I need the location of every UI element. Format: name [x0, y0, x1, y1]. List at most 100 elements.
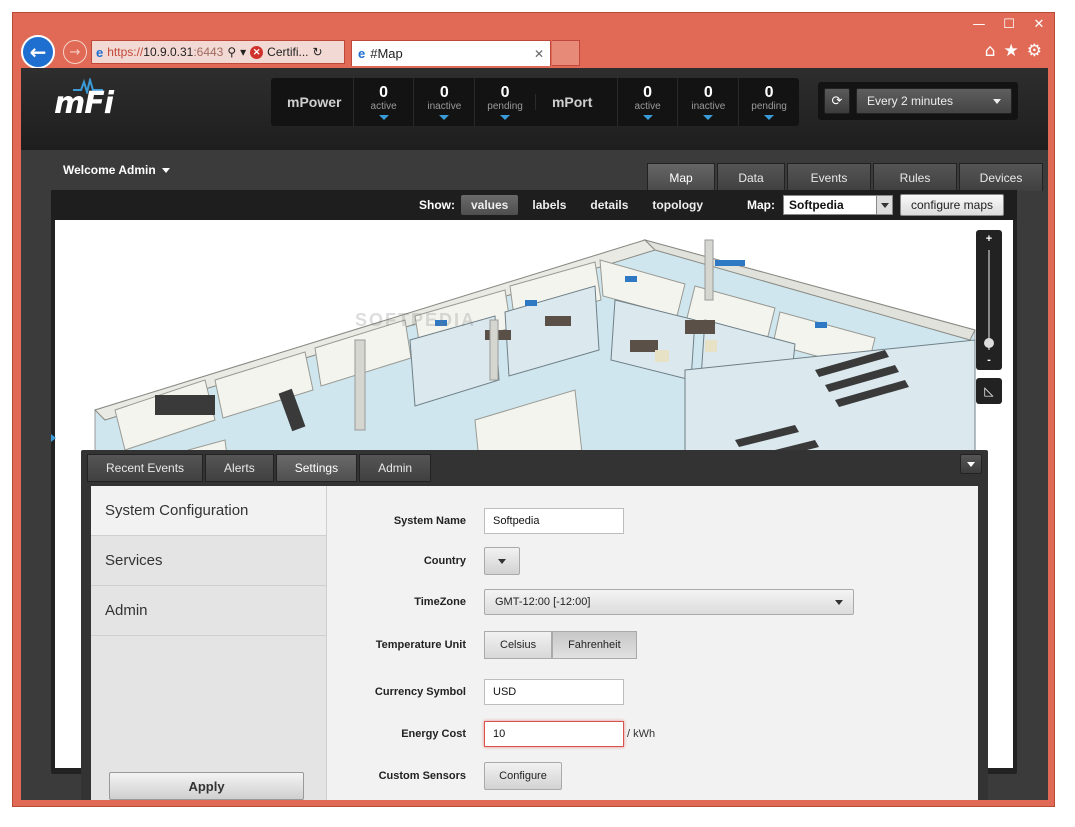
- show-label: Show:: [419, 198, 455, 212]
- energy-cost-row: Energy Cost 10 / kWh: [328, 719, 978, 749]
- refresh-icon[interactable]: ⟳: [824, 88, 850, 114]
- welcome-user-menu[interactable]: Welcome Admin: [63, 163, 170, 177]
- zoom-slider[interactable]: + -: [976, 230, 1002, 370]
- side-expand-handle[interactable]: [51, 418, 59, 458]
- chevron-right-icon: [51, 434, 56, 442]
- settings-gear-icon[interactable]: ⚙: [1027, 41, 1042, 61]
- side-item-admin[interactable]: Admin: [91, 586, 326, 636]
- tab-admin[interactable]: Admin: [359, 454, 432, 482]
- chevron-down-icon: [161, 167, 170, 173]
- map-label: Map:: [747, 198, 775, 212]
- celsius-option[interactable]: Celsius: [484, 631, 553, 659]
- dropdown-icon[interactable]: ▾: [240, 45, 246, 59]
- address-bar[interactable]: e https://10.9.0.31:6443 ⚲ ▾ ✕ Certifi..…: [91, 40, 345, 64]
- tab-map[interactable]: Map: [647, 163, 715, 191]
- mfi-logo: mFi: [54, 86, 114, 121]
- chevron-down-icon: [500, 114, 511, 120]
- close-icon[interactable]: ✕: [1024, 13, 1054, 35]
- certificate-error-icon[interactable]: ✕: [250, 45, 264, 59]
- tab-recent-events[interactable]: Recent Events: [87, 454, 204, 482]
- tab-close-icon[interactable]: ✕: [534, 47, 544, 61]
- url-text: https://10.9.0.31:6443: [107, 45, 224, 59]
- energy-cost-unit: / kWh: [627, 728, 656, 740]
- apply-button[interactable]: Apply: [109, 772, 304, 800]
- page-viewport: mFi mPower 0 active 0 inactive 0 pending: [21, 68, 1048, 800]
- show-options: values labels details topology: [461, 195, 713, 215]
- zoom-track[interactable]: [988, 250, 990, 350]
- system-name-row: System Name Softpedia: [328, 506, 978, 536]
- reload-icon[interactable]: ↻: [313, 45, 323, 59]
- search-icon[interactable]: ⚲: [227, 45, 236, 59]
- configure-maps-button[interactable]: configure maps: [900, 194, 1004, 216]
- mport-pending-stat[interactable]: 0 pending: [738, 78, 799, 126]
- welcome-text: Welcome Admin: [63, 163, 156, 177]
- mpower-active-stat[interactable]: 0 active: [352, 78, 414, 126]
- mpower-pending-stat[interactable]: 0 pending: [474, 78, 535, 126]
- settings-side-menu: System Configuration Services Admin Appl…: [91, 486, 327, 800]
- back-button[interactable]: ←: [21, 35, 55, 69]
- system-config-form: System Name Softpedia Country TimeZone G…: [328, 486, 978, 800]
- favorites-icon[interactable]: ★: [1004, 41, 1019, 61]
- zoom-handle[interactable]: [984, 338, 994, 348]
- zoom-in-icon[interactable]: +: [976, 233, 1002, 245]
- maximize-icon[interactable]: ☐: [994, 13, 1024, 35]
- tab-alerts[interactable]: Alerts: [205, 454, 274, 482]
- mpower-inactive-stat[interactable]: 0 inactive: [413, 78, 474, 126]
- currency-input[interactable]: USD: [484, 679, 624, 705]
- currency-label: Currency Symbol: [374, 686, 466, 698]
- custom-sensors-row: Custom Sensors Configure: [328, 761, 978, 791]
- temperature-unit-toggle: Celsius Fahrenheit: [484, 631, 637, 659]
- chevron-down-icon: [498, 558, 506, 564]
- chevron-down-icon: [378, 114, 389, 120]
- side-item-system-configuration[interactable]: System Configuration: [91, 486, 326, 536]
- energy-cost-input[interactable]: 10: [484, 721, 624, 747]
- tab-rules[interactable]: Rules: [873, 163, 957, 191]
- timezone-select[interactable]: GMT-12:00 [-12:00]: [484, 589, 854, 615]
- show-topology-toggle[interactable]: topology: [642, 195, 713, 215]
- tab-devices[interactable]: Devices: [959, 163, 1043, 191]
- temperature-unit-label: Temperature Unit: [375, 639, 466, 651]
- system-name-input[interactable]: Softpedia: [484, 508, 624, 534]
- window-controls: — ☐ ✕: [964, 13, 1054, 35]
- country-label: Country: [423, 555, 466, 567]
- timezone-value: GMT-12:00 [-12:00]: [495, 596, 591, 608]
- map-select[interactable]: Softpedia: [783, 195, 893, 215]
- ie-tab-icon: e: [358, 46, 366, 61]
- tab-events[interactable]: Events: [787, 163, 871, 191]
- home-icon[interactable]: ⌂: [985, 41, 996, 61]
- minimize-icon[interactable]: —: [964, 13, 994, 35]
- ie-icon: e: [96, 44, 104, 60]
- device-stats-bar: mPower 0 active 0 inactive 0 pending mPo…: [271, 78, 799, 126]
- system-name-label: System Name: [393, 515, 466, 527]
- mport-inactive-stat[interactable]: 0 inactive: [677, 78, 738, 126]
- watermark: SOFTPEDIA: [355, 310, 477, 330]
- chevron-down-icon: [764, 114, 775, 120]
- map-selected-value: Softpedia: [789, 198, 844, 212]
- browser-window: — ☐ ✕ ← → e https://10.9.0.31:6443 ⚲ ▾ ✕…: [12, 12, 1055, 807]
- side-item-services[interactable]: Services: [91, 536, 326, 586]
- show-details-toggle[interactable]: details: [580, 195, 638, 215]
- refresh-control: ⟳ Every 2 minutes: [818, 82, 1018, 120]
- new-tab-button[interactable]: [552, 40, 580, 66]
- show-values-toggle[interactable]: values: [461, 195, 519, 215]
- refresh-interval-value: Every 2 minutes: [867, 94, 954, 108]
- country-row: Country: [328, 546, 978, 576]
- refresh-interval-select[interactable]: Every 2 minutes: [856, 88, 1012, 114]
- panel-collapse-button[interactable]: [960, 454, 982, 474]
- fahrenheit-option[interactable]: Fahrenheit: [552, 631, 637, 659]
- zoom-out-icon[interactable]: -: [976, 354, 1002, 366]
- configure-sensors-button[interactable]: Configure: [484, 762, 562, 790]
- bottom-panel: Recent Events Alerts Settings Admin Syst…: [81, 450, 988, 800]
- tab-data[interactable]: Data: [717, 163, 785, 191]
- browser-tab[interactable]: e #Map ✕: [351, 40, 551, 66]
- show-labels-toggle[interactable]: labels: [522, 195, 576, 215]
- forward-button[interactable]: →: [63, 40, 87, 64]
- settings-body: System Configuration Services Admin Appl…: [91, 486, 978, 800]
- mport-active-stat[interactable]: 0 active: [616, 78, 678, 126]
- map-toolbar: Show: values labels details topology Map…: [51, 190, 1017, 220]
- country-select[interactable]: [484, 547, 520, 575]
- certificate-error-text[interactable]: Certifi...: [267, 45, 308, 59]
- measure-icon[interactable]: ◺: [976, 378, 1002, 404]
- tab-settings[interactable]: Settings: [275, 454, 358, 482]
- energy-cost-label: Energy Cost: [401, 728, 466, 740]
